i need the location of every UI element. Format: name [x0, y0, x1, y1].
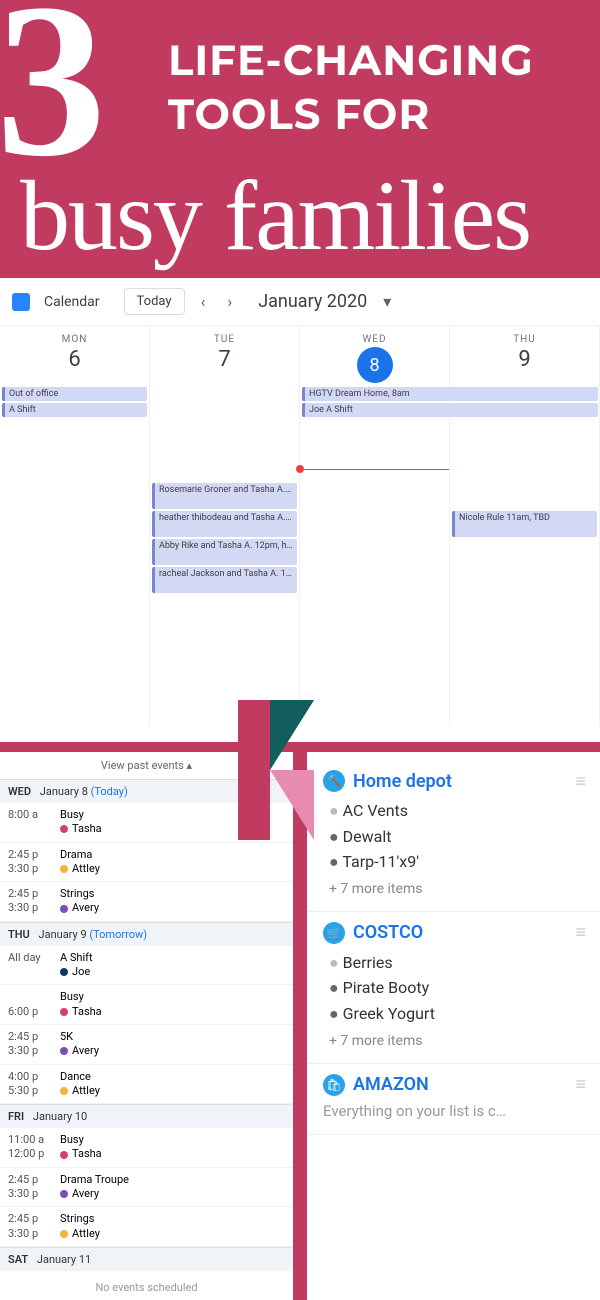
- dropdown-icon[interactable]: ▾: [377, 292, 397, 311]
- agenda-day-header: FRI January 10: [0, 1104, 293, 1128]
- hero-banner: 3 LIFE-CHANGING TOOLS FOR busy families: [0, 0, 600, 278]
- list-items: BerriesPirate BootyGreek Yogurt: [329, 950, 584, 1027]
- agenda-row[interactable]: 2:45 p3:30 pDrama TroupeAvery: [0, 1168, 293, 1208]
- dow-label: MON: [0, 334, 149, 345]
- calendar-event[interactable]: Nicole Rule 11am, TBD: [452, 511, 597, 537]
- calendar-event[interactable]: Out of office: [2, 387, 147, 401]
- no-events: No events scheduled: [0, 1271, 293, 1300]
- agenda-row[interactable]: 4:00 p5:30 pDanceAttley: [0, 1065, 293, 1105]
- calendar-event[interactable]: Rosemarie Groner and Tasha A. 10am, http…: [152, 483, 297, 509]
- agenda-day-header: SAT January 11: [0, 1247, 293, 1271]
- list-icon: 🛒: [323, 922, 345, 944]
- agenda-time: 6:00 p: [8, 990, 60, 1019]
- prev-icon[interactable]: ‹: [195, 292, 212, 311]
- day-number[interactable]: 6: [0, 347, 149, 372]
- day-number[interactable]: 9: [450, 347, 599, 372]
- list-name: COSTCO: [353, 922, 423, 943]
- agenda-row[interactable]: 11:00 a12:00 pBusyTasha: [0, 1128, 293, 1168]
- agenda-event: DramaAttley: [60, 848, 285, 877]
- agenda-event: BusyTasha: [60, 1133, 285, 1162]
- agenda-event: DanceAttley: [60, 1070, 285, 1099]
- calendar-toolbar: Calendar Today ‹ › January 2020 ▾: [0, 278, 600, 326]
- agenda-row[interactable]: 2:45 p3:30 pDramaAttley: [0, 843, 293, 883]
- dow-label: THU: [450, 334, 599, 345]
- week-day-col: THU 9: [450, 326, 600, 387]
- calendar-event[interactable]: A Shift: [2, 403, 147, 417]
- agenda-time: 2:45 p3:30 p: [8, 1173, 60, 1202]
- list-item[interactable]: Pirate Booty: [329, 975, 584, 1001]
- agenda-time: 2:45 p3:30 p: [8, 848, 60, 877]
- list-item[interactable]: Berries: [329, 950, 584, 976]
- agenda-row[interactable]: 2:45 p3:30 pStringsAvery: [0, 882, 293, 922]
- hero-line2: TOOLS FOR: [168, 88, 534, 142]
- week-day-col: WED 8: [300, 326, 450, 387]
- agenda-time: 2:45 p3:30 p: [8, 1212, 60, 1241]
- agenda-event: StringsAttley: [60, 1212, 285, 1241]
- more-items[interactable]: + 7 more items: [329, 1033, 584, 1049]
- agenda-event: Drama TroupeAvery: [60, 1173, 285, 1202]
- agenda-time: 8:00 a: [8, 808, 60, 837]
- calendar-event[interactable]: Abby Rike and Tasha A. 12pm, https://zoo…: [152, 539, 297, 565]
- drag-handle-icon[interactable]: ≡: [575, 1074, 584, 1095]
- agenda-event: A ShiftJoe: [60, 951, 285, 980]
- dow-label: WED: [300, 334, 449, 345]
- agenda-event: 5KAvery: [60, 1030, 285, 1059]
- hero-sub: busy families: [20, 158, 530, 273]
- week-day-col: MON 6: [0, 326, 150, 387]
- next-icon[interactable]: ›: [221, 292, 238, 311]
- list-card[interactable]: 🛍 AMAZON ≡ Everything on your list is c…: [307, 1064, 600, 1135]
- calendar-event[interactable]: heather thibodeau and Tasha A. 11am, htt…: [152, 511, 297, 537]
- week-day-col: TUE 7: [150, 326, 300, 387]
- list-name: AMAZON: [353, 1074, 429, 1095]
- day-number[interactable]: 8: [357, 347, 393, 383]
- empty-message: Everything on your list is c…: [323, 1102, 584, 1120]
- calendar-event[interactable]: racheal Jackson and Tasha A. 1pm, https:…: [152, 567, 297, 593]
- today-button[interactable]: Today: [124, 288, 185, 315]
- agenda-time: 4:00 p5:30 p: [8, 1070, 60, 1099]
- calendar-app-label: Calendar: [44, 294, 100, 310]
- agenda-row[interactable]: All dayA ShiftJoe: [0, 946, 293, 986]
- list-item[interactable]: Tarp-11'x9': [329, 849, 584, 875]
- week-body-col: HGTV Dream Home, 8amJoe A Shift: [300, 387, 450, 727]
- agenda-time: All day: [8, 951, 60, 980]
- calendar-logo-icon: [12, 293, 30, 311]
- dow-label: TUE: [150, 334, 299, 345]
- week-header: MON 6TUE 7WED 8 THU 9: [0, 326, 600, 387]
- week-body: Out of office A Shift Rosemarie Groner and…: [0, 387, 600, 727]
- agenda-time: 11:00 a12:00 p: [8, 1133, 60, 1162]
- agenda-day-header: THU January 9 (Tomorrow): [0, 922, 293, 946]
- drag-handle-icon[interactable]: ≡: [575, 771, 584, 792]
- calendar-title: January 2020: [258, 291, 367, 312]
- list-name: Home depot: [353, 771, 452, 792]
- more-items[interactable]: + 7 more items: [329, 881, 584, 897]
- list-item[interactable]: Greek Yogurt: [329, 1001, 584, 1027]
- agenda-row[interactable]: 6:00 pBusyTasha: [0, 985, 293, 1025]
- agenda-row[interactable]: 2:45 p3:30 p5KAvery: [0, 1025, 293, 1065]
- list-items: AC VentsDewaltTarp-11'x9': [329, 798, 584, 875]
- agenda-time: 2:45 p3:30 p: [8, 1030, 60, 1059]
- week-body-col: Out of office A Shift: [0, 387, 150, 727]
- list-item[interactable]: AC Vents: [329, 798, 584, 824]
- week-body-col: Nicole Rule 11am, TBD: [450, 387, 600, 727]
- agenda-event: BusyTasha: [60, 990, 285, 1019]
- agenda-event: StringsAvery: [60, 887, 285, 916]
- list-card[interactable]: 🛒 COSTCO ≡ BerriesPirate BootyGreek Yogurt +…: [307, 912, 600, 1064]
- agenda-time: 2:45 p3:30 p: [8, 887, 60, 916]
- list-item[interactable]: Dewalt: [329, 824, 584, 850]
- k-logo-overlay: [238, 700, 358, 840]
- drag-handle-icon[interactable]: ≡: [575, 922, 584, 943]
- day-number[interactable]: 7: [150, 347, 299, 372]
- list-icon: 🛍: [323, 1074, 345, 1096]
- week-body-col: Rosemarie Groner and Tasha A. 10am, http…: [150, 387, 300, 727]
- hero-line1: LIFE-CHANGING: [168, 34, 534, 88]
- agenda-row[interactable]: 2:45 p3:30 pStringsAttley: [0, 1207, 293, 1247]
- calendar-screenshot: Calendar Today ‹ › January 2020 ▾ MON 6TU…: [0, 278, 600, 742]
